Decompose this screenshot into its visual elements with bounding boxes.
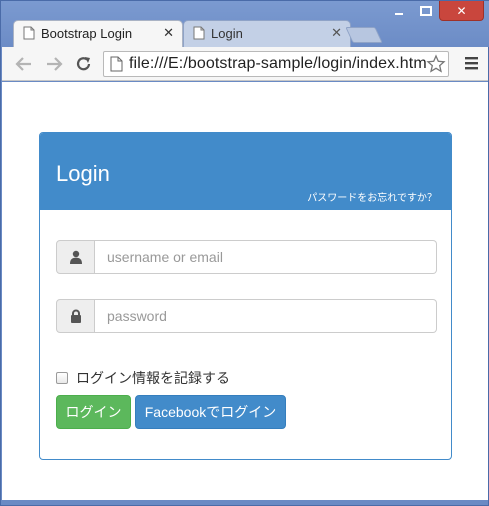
close-window-button[interactable]: ✕ [439,1,484,21]
password-input[interactable] [95,299,437,333]
forward-button[interactable] [44,54,64,74]
file-icon [110,56,123,72]
remember-label: ログイン情報を記録する [76,370,230,386]
hamburger-menu-icon [465,57,478,70]
remember-me[interactable]: ログイン情報を記録する [56,368,230,388]
reload-icon [76,57,91,71]
panel-heading: Login パスワードをお忘れですか？ [40,133,451,210]
panel-title: Login [56,161,110,186]
page-icon [193,26,205,40]
star-icon [426,54,446,73]
window-controls: ✕ [385,1,484,22]
bookmark-star-button[interactable] [426,54,446,74]
url-text: file:///E:/bootstrap-sample/login/index.… [129,55,431,72]
username-group [56,240,437,274]
maximize-button[interactable] [412,1,439,21]
facebook-login-button[interactable]: Facebookでログイン [135,395,286,429]
minimize-icon [394,13,403,15]
minimize-button[interactable] [385,1,412,21]
username-addon [56,240,95,274]
forgot-password-link[interactable]: パスワードをお忘れですか？ [307,189,437,204]
tab-label: Login [211,26,243,41]
login-panel: Login パスワードをお忘れですか？ ログイン情報を記録する ログイン [39,132,452,460]
maximize-icon [419,6,432,16]
browser-toolbar: file:///E:/bootstrap-sample/login/index.… [2,47,488,81]
remember-checkbox[interactable] [56,372,68,384]
page-icon [23,26,35,40]
tab-background [183,20,351,47]
password-addon [56,299,95,333]
browser-window: ✕ Bootstrap Login ✕ Login ✕ file:///E:/b… [0,0,489,506]
chrome-menu-button[interactable] [464,56,480,75]
tab-login[interactable]: Login ✕ [183,20,351,47]
new-tab-button[interactable] [345,27,383,43]
tab-close-icon[interactable]: ✕ [331,25,342,41]
page-content: Login パスワードをお忘れですか？ ログイン情報を記録する ログイン [2,82,488,500]
back-arrow-icon [15,57,31,71]
tab-label: Bootstrap Login [41,26,133,41]
lock-icon [70,309,81,323]
user-icon [69,250,82,264]
back-button[interactable] [14,54,34,74]
forward-arrow-icon [47,57,63,71]
tab-bootstrap-login[interactable]: Bootstrap Login ✕ [13,20,183,47]
login-button[interactable]: ログイン [56,395,131,429]
title-bar: ✕ Bootstrap Login ✕ Login ✕ [1,1,489,47]
password-group [56,299,437,333]
reload-button[interactable] [74,54,94,74]
username-input[interactable] [95,240,437,274]
tab-close-icon[interactable]: ✕ [163,25,174,41]
address-bar[interactable]: file:///E:/bootstrap-sample/login/index.… [103,51,449,77]
